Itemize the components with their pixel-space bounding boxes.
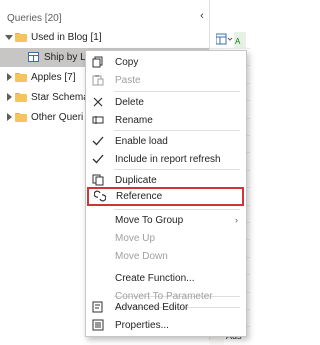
menu-item-reference[interactable]: Reference [87,187,244,206]
menu-item-label: Create Function... [115,273,195,284]
menu-item-move-to-group[interactable]: Move To Group › [86,211,246,230]
menu-separator [114,209,240,210]
chevron-right-icon[interactable] [5,93,13,101]
menu-item-create-function[interactable]: Create Function... [86,269,246,288]
duplicate-icon [92,174,104,186]
table-icon [28,52,39,62]
menu-item-label: Copy [115,57,139,68]
chevron-right-icon[interactable] [5,73,13,81]
folder-icon [15,113,27,122]
menu-item-label: Properties... [115,320,169,331]
menu-item-include-in-report-refresh[interactable]: Include in report refresh [86,150,246,169]
menu-item-enable-load[interactable]: Enable load [86,132,246,151]
menu-item-label: Move Down [115,251,168,262]
menu-separator [114,91,240,92]
collapse-pane-button[interactable]: ‹ [196,10,208,22]
tree-folder-label: Star Schema [31,92,89,103]
menu-item-delete[interactable]: Delete [86,93,246,112]
abc-column-icon[interactable]: A [216,32,246,48]
tree-folder-label: Used in Blog [1] [31,32,102,43]
chevron-right-icon[interactable] [5,113,13,121]
menu-item-label: Reference [116,191,163,202]
delete-icon [93,97,103,107]
menu-separator [114,169,240,170]
paste-icon [92,75,104,86]
menu-separator [114,130,240,131]
submenu-arrow-icon: › [235,215,238,225]
menu-item-label: Duplicate [115,175,157,186]
menu-item-advanced-editor[interactable]: Advanced Editor [86,298,246,317]
menu-item-label: Move Up [115,233,156,244]
menu-item-rename[interactable]: Rename [86,111,246,130]
menu-item-label: Enable load [115,136,168,147]
reference-icon [94,190,106,202]
chevron-down-icon[interactable] [5,33,13,41]
menu-item-label: Paste [115,75,141,86]
check-icon [92,136,104,146]
menu-item-label: Move To Group [115,215,184,226]
folder-icon [15,73,27,82]
svg-text:A: A [235,37,241,46]
advanced-editor-icon [92,301,103,313]
menu-item-label: Include in report refresh [115,154,221,165]
menu-item-label: Advanced Editor [115,302,189,313]
copy-icon [92,56,103,68]
properties-icon [92,319,104,331]
menu-item-label: Rename [115,115,153,126]
menu-item-move-up[interactable]: Move Up [86,229,246,248]
tree-folder-label: Apples [7] [31,72,76,83]
tree-folder-used-in-blog[interactable]: Used in Blog [1] [0,28,209,47]
tree-folder-label: Other Queri [31,112,84,123]
menu-item-paste[interactable]: Paste [86,71,246,90]
check-icon [92,154,104,164]
menu-item-label: Delete [115,97,144,108]
folder-icon [15,93,27,102]
rename-icon [92,116,104,124]
folder-icon [15,33,27,42]
menu-item-copy[interactable]: Copy [86,53,246,72]
menu-item-properties[interactable]: Properties... [86,316,246,335]
queries-pane-title: Queries [20] [7,13,62,24]
context-menu: Copy Paste Delete Rename Enable load Inc… [85,50,247,337]
menu-item-move-down[interactable]: Move Down [86,247,246,266]
